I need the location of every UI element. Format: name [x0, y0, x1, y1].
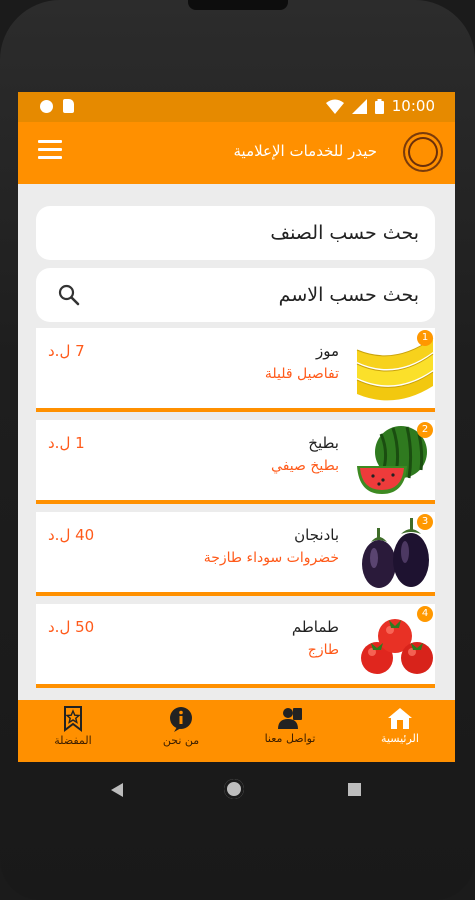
nav-contact-label: تواصل معنا [264, 732, 316, 745]
search-by-category-field[interactable]: بحث حسب الصنف [36, 206, 435, 260]
signal-icon [351, 98, 367, 114]
sim-card-icon [63, 99, 74, 113]
product-price: 1 ل.د [48, 434, 85, 452]
phone-speaker [188, 0, 288, 10]
recent-apps-icon[interactable] [348, 783, 361, 796]
product-description: بطيخ صيفي [271, 458, 339, 474]
nav-about-label: من نحن [162, 734, 200, 747]
menu-icon[interactable] [38, 140, 62, 162]
nav-contact[interactable]: تواصل معنا [245, 706, 335, 758]
app-bar: حيدر للخدمات الإعلامية [18, 122, 455, 184]
product-description: طازج [307, 642, 339, 658]
contact-icon [278, 708, 302, 729]
product-item[interactable]: 1 موز تفاصيل قليلة 7 ل.د [36, 328, 435, 412]
product-item[interactable]: 4 طماطم طازج 50 ل.د [36, 604, 435, 688]
product-name: بادنجان [294, 526, 339, 544]
favorite-icon [64, 706, 82, 732]
system-navigation-bar [18, 762, 455, 818]
nav-favorites-label: المفضلة [54, 734, 92, 747]
app-screen: 10:00 حيدر للخدمات الإعلامية بحث حسب الص… [18, 92, 455, 762]
product-name: بطيخ [308, 434, 339, 452]
product-description: تفاصيل قليلة [264, 366, 339, 382]
product-price: 50 ل.د [48, 618, 95, 636]
product-name: موز [315, 342, 339, 360]
status-bar: 10:00 [18, 92, 455, 122]
main-content: بحث حسب الصنف بحث حسب الاسم 1 موز تفاصيل… [18, 184, 455, 700]
notification-dot-icon [40, 99, 53, 113]
back-icon[interactable] [110, 782, 124, 798]
battery-icon [374, 98, 384, 114]
search-by-name-field[interactable]: بحث حسب الاسم [36, 268, 435, 322]
product-name: طماطم [291, 618, 339, 636]
product-index-badge: 4 [417, 606, 433, 622]
product-index-badge: 2 [417, 422, 433, 438]
nav-about[interactable]: من نحن [136, 706, 226, 758]
product-index-badge: 3 [417, 514, 433, 530]
info-icon [170, 707, 192, 732]
system-home-icon[interactable] [224, 779, 244, 799]
app-logo [403, 132, 443, 172]
product-item[interactable]: 2 بطيخ بطيخ صيفي 1 ل.د [36, 420, 435, 504]
bottom-navigation: الرئيسية تواصل معنا من نحن المفضلة [18, 700, 455, 762]
product-item[interactable]: 3 بادنجان خضروات سوداء طازجة 40 ل.د [36, 512, 435, 596]
product-index-badge: 1 [417, 330, 433, 346]
phone-frame: 10:00 حيدر للخدمات الإعلامية بحث حسب الص… [0, 0, 475, 900]
app-title: حيدر للخدمات الإعلامية [233, 142, 378, 160]
status-time: 10:00 [391, 97, 435, 115]
nav-favorites[interactable]: المفضلة [28, 706, 118, 758]
home-icon [388, 708, 412, 729]
search-by-category-label: بحث حسب الصنف [270, 222, 419, 244]
nav-home[interactable]: الرئيسية [355, 706, 445, 758]
search-by-name-label: بحث حسب الاسم [278, 284, 419, 306]
search-icon[interactable] [58, 284, 80, 306]
wifi-icon [325, 99, 344, 114]
product-price: 40 ل.د [48, 526, 95, 544]
product-description: خضروات سوداء طازجة [203, 550, 339, 566]
product-price: 7 ل.د [48, 342, 85, 360]
nav-home-label: الرئيسية [381, 732, 419, 745]
